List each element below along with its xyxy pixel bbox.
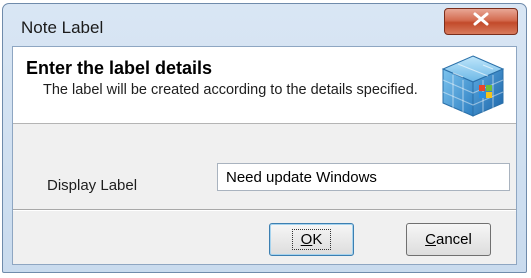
ok-label-rest: K — [312, 231, 323, 248]
dialog-header: Enter the label details The label will b… — [13, 47, 516, 124]
display-label-caption: Display Label — [47, 177, 138, 194]
dialog-window: Note Label Enter the label details The l… — [2, 3, 527, 273]
ok-button-label: OK — [291, 229, 332, 250]
button-separator — [13, 209, 516, 211]
window-title: Note Label — [21, 18, 104, 37]
close-button[interactable] — [444, 8, 518, 35]
close-icon — [472, 12, 490, 31]
header-description: The label will be created according to t… — [43, 82, 418, 98]
dialog-client-area: Enter the label details The label will b… — [12, 46, 517, 265]
cancel-button[interactable]: Cancel — [406, 223, 491, 256]
windows-cube-icon — [437, 53, 509, 119]
header-title: Enter the label details — [26, 58, 213, 78]
cancel-label-rest: ancel — [435, 231, 472, 248]
ok-button[interactable]: OK — [269, 223, 354, 256]
cancel-button-label: Cancel — [425, 231, 472, 248]
ok-mnemonic: O — [300, 231, 313, 248]
cancel-mnemonic: C — [425, 231, 436, 248]
display-label-input[interactable] — [217, 163, 510, 191]
